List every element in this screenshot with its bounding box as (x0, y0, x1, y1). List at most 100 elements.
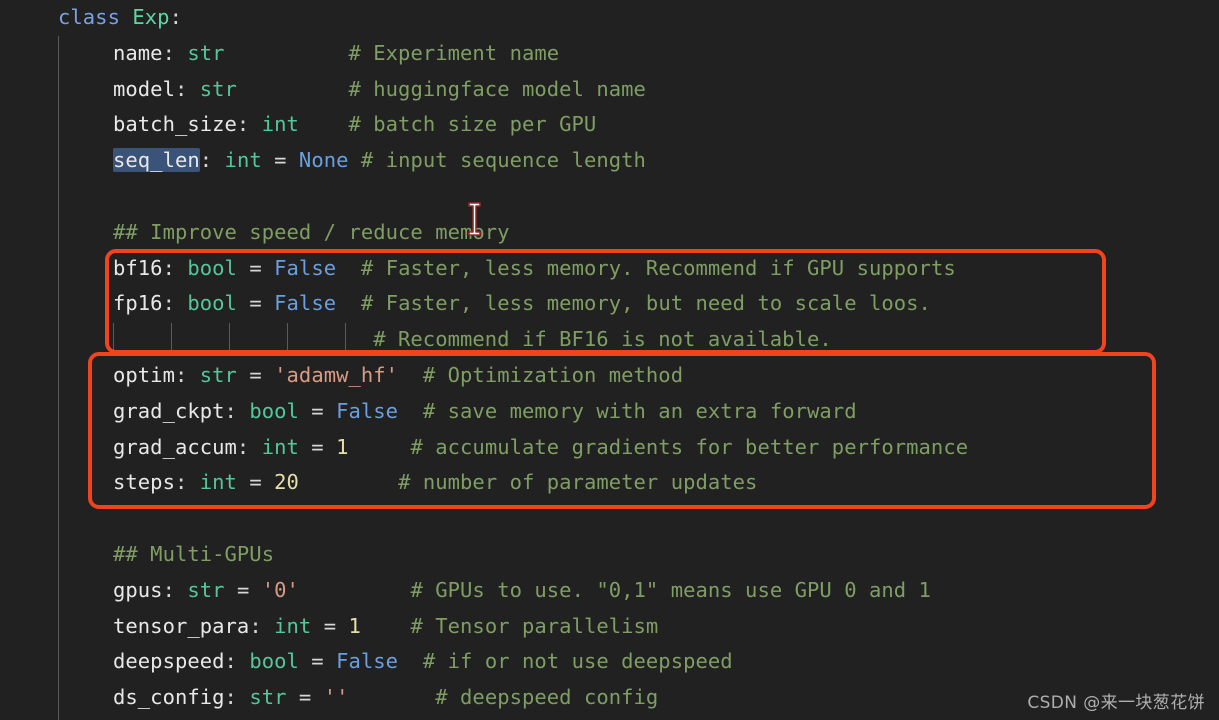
code-token: = (236, 255, 275, 280)
code-token: ## Improve speed / reduce memory (113, 219, 510, 244)
code-token: : (174, 76, 200, 101)
code-token: batch_size (113, 112, 237, 137)
code-token: '0' (261, 577, 299, 602)
code-token: bool (187, 255, 237, 280)
code-token: bool (249, 398, 299, 423)
code-token: = (286, 685, 324, 710)
code-token: Exp (132, 5, 170, 29)
code-token: # GPUs to use. "0,1" means use GPU 0 and… (410, 577, 931, 602)
code-token: : (236, 434, 262, 459)
code-token: # number of parameter updates (398, 470, 758, 495)
code-token: '' (323, 685, 349, 710)
code-line[interactable]: batch_size: int # batch size per GPU (0, 107, 1219, 143)
code-line[interactable]: optim: str = 'adamw_hf' # Optimization m… (0, 358, 1219, 394)
code-token: # if or not use deepspeed (422, 649, 733, 674)
code-token: = (236, 470, 275, 495)
code-line[interactable]: bf16: bool = False # Faster, less memory… (0, 251, 1219, 287)
code-token: : (162, 577, 188, 602)
code-token: : (224, 398, 250, 423)
code-token: : (224, 649, 250, 674)
code-token: False (274, 255, 337, 280)
code-token: fp16 (113, 291, 163, 316)
code-token: = (298, 434, 337, 459)
code-token: : (162, 40, 188, 65)
code-token: : (169, 5, 182, 29)
code-line[interactable]: fp16: bool = False # Faster, less memory… (0, 286, 1219, 322)
code-token: ## Multi-GPUs (113, 541, 275, 566)
code-token: 1 (348, 613, 361, 638)
code-token: steps (113, 470, 175, 495)
code-token: str (249, 685, 287, 710)
code-token: : (174, 362, 200, 387)
code-line[interactable]: grad_accum: int = 1 # accumulate gradien… (0, 430, 1219, 466)
code-token: : (224, 685, 250, 710)
code-token: # Tensor parallelism (410, 613, 659, 638)
code-token: name (113, 40, 163, 65)
code-token: bool (249, 649, 299, 674)
code-token: = (236, 291, 275, 316)
code-token: # Experiment name (348, 40, 560, 65)
code-line[interactable] (0, 179, 1219, 215)
code-line[interactable]: tensor_para: int = 1 # Tensor parallelis… (0, 609, 1219, 645)
code-token: optim (113, 362, 175, 387)
code-token: class (58, 5, 120, 29)
code-token: = (224, 577, 262, 602)
code-token: int (274, 613, 312, 638)
code-token: : (162, 291, 188, 316)
code-token: # huggingface model name (348, 76, 646, 101)
code-token: : (199, 148, 225, 173)
code-token: int (224, 148, 262, 173)
code-line[interactable]: grad_ckpt: bool = False # save memory wi… (0, 394, 1219, 430)
code-token: : (249, 613, 275, 638)
code-token: = (311, 613, 349, 638)
code-token: # Faster, less memory. Recommend if GPU … (360, 255, 956, 280)
code-line[interactable]: ## Improve speed / reduce memory (0, 215, 1219, 251)
code-token: # Recommend if BF16 is not available. (373, 327, 832, 352)
code-token: # Optimization method (422, 362, 684, 387)
csdn-watermark: CSDN @来一块葱花饼 (1027, 693, 1205, 713)
code-token: str (187, 577, 225, 602)
code-token: ds_config (113, 685, 225, 710)
code-line[interactable] (0, 501, 1219, 537)
code-token: str (187, 40, 225, 65)
code-token: deepspeed (113, 649, 225, 674)
code-token: False (336, 398, 399, 423)
code-line[interactable]: name: str # Experiment name (0, 36, 1219, 72)
code-token: # deepspeed config (435, 685, 659, 710)
code-line[interactable]: gpus: str = '0' # GPUs to use. "0,1" mea… (0, 573, 1219, 609)
code-line[interactable]: seq_len: int = None # input sequence len… (0, 143, 1219, 179)
code-token: int (261, 434, 299, 459)
code-content[interactable]: class Exp: name: str # Experiment name mod… (0, 0, 1219, 716)
code-token: None (298, 148, 349, 173)
code-token: str (199, 76, 237, 101)
code-token: bool (187, 291, 237, 316)
code-line[interactable]: model: str # huggingface model name (0, 72, 1219, 108)
code-token: seq_len (113, 148, 200, 173)
code-editor[interactable]: class Exp: name: str # Experiment name mod… (0, 0, 1219, 720)
code-line[interactable]: deepspeed: bool = False # if or not use … (0, 644, 1219, 680)
code-token: 'adamw_hf' (274, 362, 399, 387)
code-token: tensor_para (113, 613, 250, 638)
code-line[interactable]: steps: int = 20 # number of parameter up… (0, 465, 1219, 501)
code-line[interactable]: # Recommend if BF16 is not available. (0, 322, 1219, 358)
code-token: = (236, 362, 275, 387)
code-token: gpus (113, 577, 163, 602)
code-token: : (162, 255, 188, 280)
code-line[interactable]: ## Multi-GPUs (0, 537, 1219, 573)
code-line[interactable]: class Exp: (0, 0, 1219, 36)
code-token: 20 (274, 470, 299, 495)
code-token: False (274, 291, 337, 316)
code-token: int (261, 112, 299, 137)
